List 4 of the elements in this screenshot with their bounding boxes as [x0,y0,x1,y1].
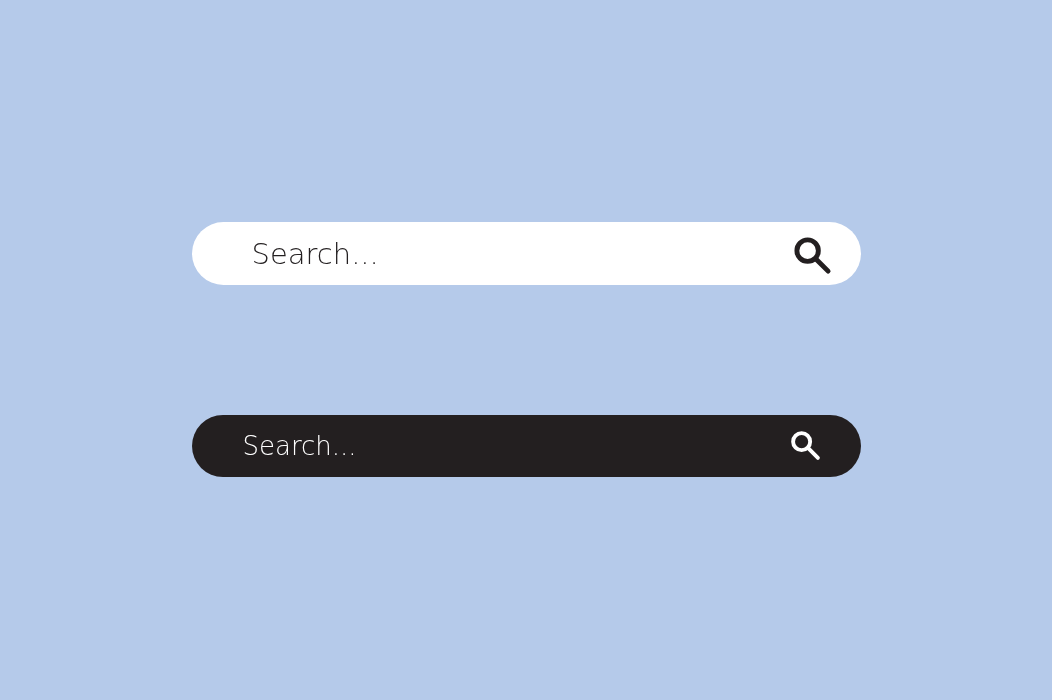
search-field[interactable]: Search... [191,415,861,477]
search-icon[interactable] [789,430,821,461]
search-field[interactable]: Search... [191,222,861,285]
search-icon[interactable] [792,235,832,275]
